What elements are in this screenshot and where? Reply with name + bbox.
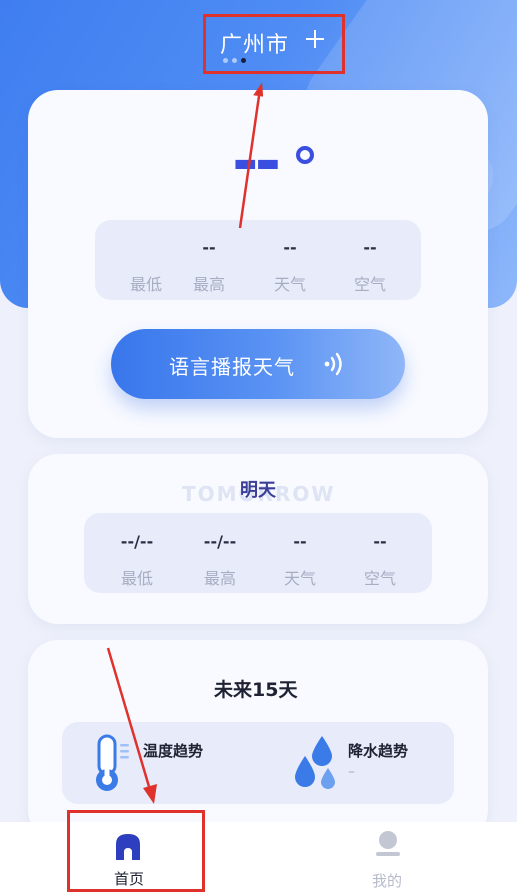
- stat-high-value: --: [202, 238, 216, 257]
- tomorrow-air-value: --: [373, 532, 387, 551]
- stat-high-label: 最高: [192, 275, 226, 294]
- tab-mine[interactable]: 我的: [259, 822, 517, 892]
- future-title: 未来15天: [214, 679, 298, 701]
- stat-weather-value: --: [283, 238, 297, 257]
- sound-wave-icon: [324, 352, 342, 376]
- stat-weather-label: 天气: [273, 275, 307, 294]
- precipitation-trend-value: –: [348, 764, 355, 780]
- tomorrow-weather-value: --: [293, 532, 307, 551]
- voice-broadcast-label: 语言播报天气: [169, 355, 295, 379]
- raindrops-icon: [295, 736, 335, 789]
- user-icon: [376, 831, 400, 856]
- tomorrow-title: 明天: [240, 480, 276, 501]
- temperature-trend-label: 温度趋势: [143, 742, 204, 760]
- thermometer-icon: [96, 734, 129, 791]
- voice-broadcast-button[interactable]: 语言播报天气: [111, 329, 405, 399]
- degree-symbol: [296, 146, 314, 164]
- tomorrow-high-label: 最高: [203, 569, 237, 588]
- tomorrow-high-value: --/--: [203, 532, 237, 551]
- annotation-box-city: [203, 14, 345, 74]
- tomorrow-air-label: 空气: [363, 569, 397, 588]
- stat-air-label: 空气: [353, 275, 387, 294]
- tomorrow-low-label: 最低: [120, 569, 154, 588]
- precipitation-trend-button[interactable]: 降水趋势 –: [292, 730, 442, 796]
- temperature-trend-button[interactable]: 温度趋势: [88, 730, 258, 796]
- precipitation-trend-label: 降水趋势: [348, 742, 409, 760]
- stat-air-value: --: [363, 238, 377, 257]
- tomorrow-low-value: --/--: [120, 532, 154, 551]
- annotation-box-home: [67, 810, 205, 892]
- stat-low-label: 最低: [129, 275, 163, 294]
- tomorrow-weather-label: 天气: [283, 569, 317, 588]
- tab-mine-label: 我的: [372, 872, 403, 890]
- current-temperature: --: [232, 125, 281, 199]
